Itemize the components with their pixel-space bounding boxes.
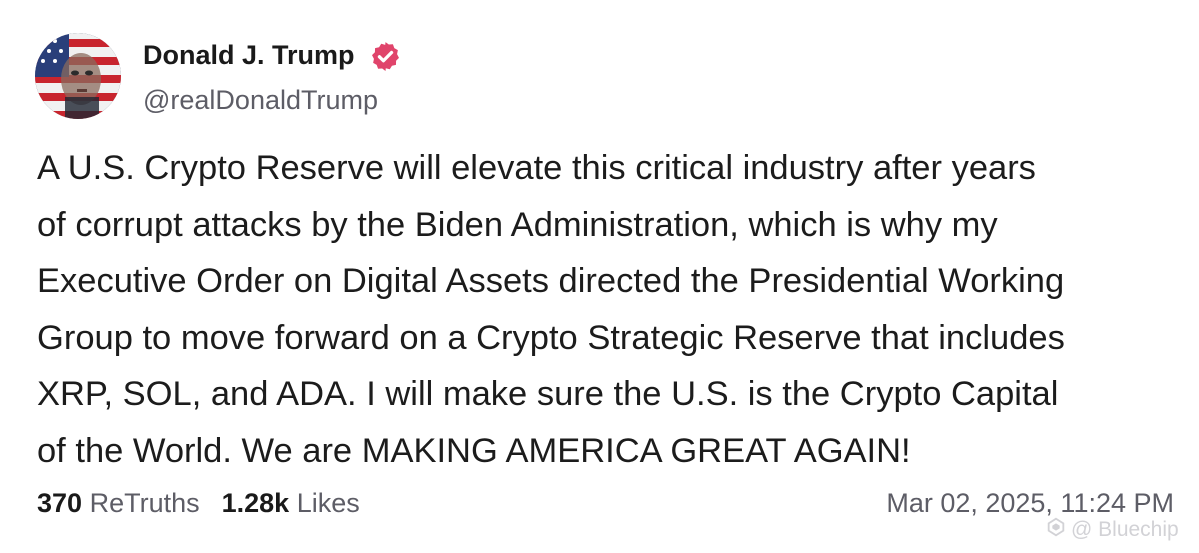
retruths-count: 370 <box>37 488 83 518</box>
post-line: XRP, SOL, and ADA. I will make sure the … <box>37 375 1059 413</box>
author-avatar[interactable] <box>35 33 121 119</box>
author-display-name[interactable]: Donald J. Trump <box>143 40 355 71</box>
likes-label: Likes <box>296 488 360 518</box>
post-line: of the World. We are MAKING AMERICA GREA… <box>37 431 911 470</box>
verified-badge-icon <box>369 40 402 73</box>
retruths-stat[interactable]: 370 ReTruths <box>37 488 200 518</box>
post-line: Executive Order on Digital Assets direct… <box>37 262 1065 300</box>
author-handle[interactable]: @realDonaldTrump <box>143 85 378 116</box>
post-line: A U.S. Crypto Reserve will elevate this … <box>37 149 1036 187</box>
post-body: A U.S. Crypto Reserve will elevate this … <box>37 140 1187 479</box>
bluechip-logo-icon <box>1045 516 1067 544</box>
retruths-label: ReTruths <box>89 488 200 518</box>
likes-stat[interactable]: 1.28k Likes <box>222 488 360 518</box>
post-timestamp[interactable]: Mar 02, 2025, 11:24 PM <box>886 488 1174 519</box>
post-card: Donald J. Trump @realDonaldTrump A U.S. … <box>0 0 1199 553</box>
avatar-image <box>35 33 121 119</box>
watermark: @ Bluechip <box>1045 516 1179 544</box>
watermark-text: @ Bluechip <box>1071 518 1179 541</box>
post-line: of corrupt attacks by the Biden Administ… <box>37 205 998 244</box>
post-stats: 370 ReTruths 1.28k Likes <box>37 488 360 519</box>
likes-count: 1.28k <box>221 488 290 518</box>
post-line: Group to move forward on a Crypto Strate… <box>37 318 1065 357</box>
